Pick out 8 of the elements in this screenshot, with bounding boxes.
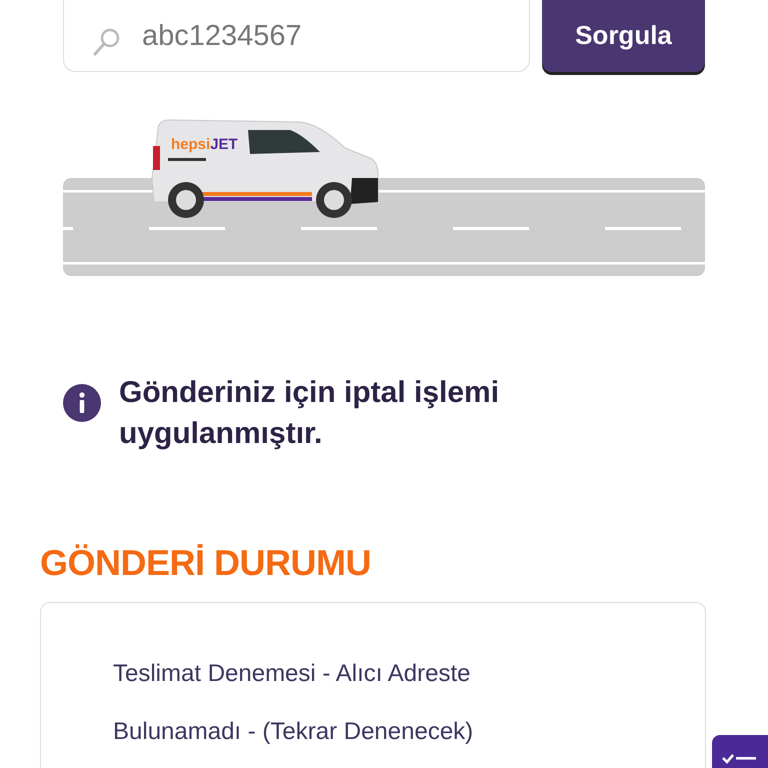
section-title: GÖNDERİ DURUMU bbox=[40, 542, 372, 584]
checklist-icon bbox=[722, 753, 756, 765]
query-button[interactable]: Sorgula bbox=[542, 0, 705, 72]
info-icon bbox=[63, 384, 101, 422]
van-logo: hepsiJET bbox=[171, 136, 238, 153]
status-text: Teslimat Denemesi - Alıcı Adreste Bulunamadı - (Tekrar Denenecek) bbox=[113, 659, 474, 747]
notice-text: Gönderiniz için iptal işlemi uygulanmıştır. bbox=[119, 375, 500, 452]
search-field[interactable]: abc1234567 bbox=[63, 0, 530, 72]
